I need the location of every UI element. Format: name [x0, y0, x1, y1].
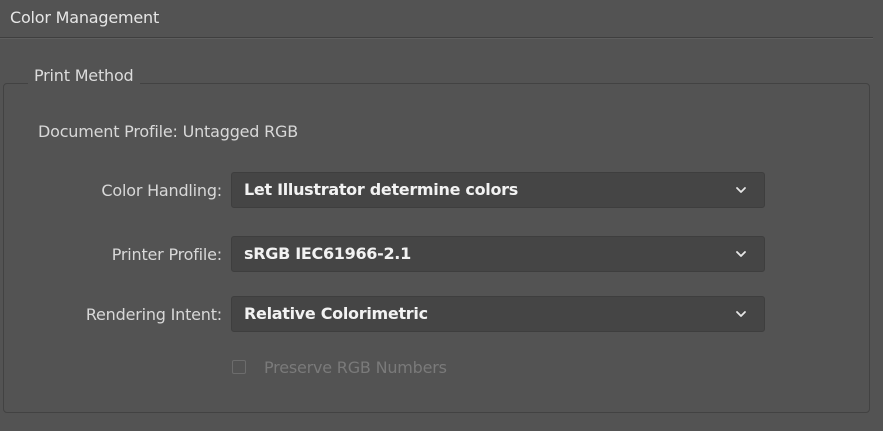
chevron-down-icon [736, 251, 746, 257]
color-handling-dropdown[interactable]: Let Illustrator determine colors [231, 172, 765, 208]
color-handling-value: Let Illustrator determine colors [244, 180, 518, 199]
section-divider [0, 37, 873, 39]
printer-profile-value: sRGB IEC61966-2.1 [244, 244, 411, 263]
color-handling-label: Color Handling: [101, 181, 222, 200]
preserve-rgb-numbers-checkbox[interactable] [232, 360, 246, 374]
preserve-rgb-numbers-label: Preserve RGB Numbers [264, 358, 447, 377]
section-title: Color Management [10, 8, 160, 27]
rendering-intent-dropdown[interactable]: Relative Colorimetric [231, 296, 765, 332]
printer-profile-label: Printer Profile: [111, 245, 222, 264]
document-profile-text: Document Profile: Untagged RGB [38, 122, 299, 141]
chevron-down-icon [736, 187, 746, 193]
printer-profile-dropdown[interactable]: sRGB IEC61966-2.1 [231, 236, 765, 272]
rendering-intent-value: Relative Colorimetric [244, 304, 428, 323]
rendering-intent-label: Rendering Intent: [85, 305, 222, 324]
chevron-down-icon [736, 311, 746, 317]
print-method-group-title: Print Method [28, 66, 140, 85]
